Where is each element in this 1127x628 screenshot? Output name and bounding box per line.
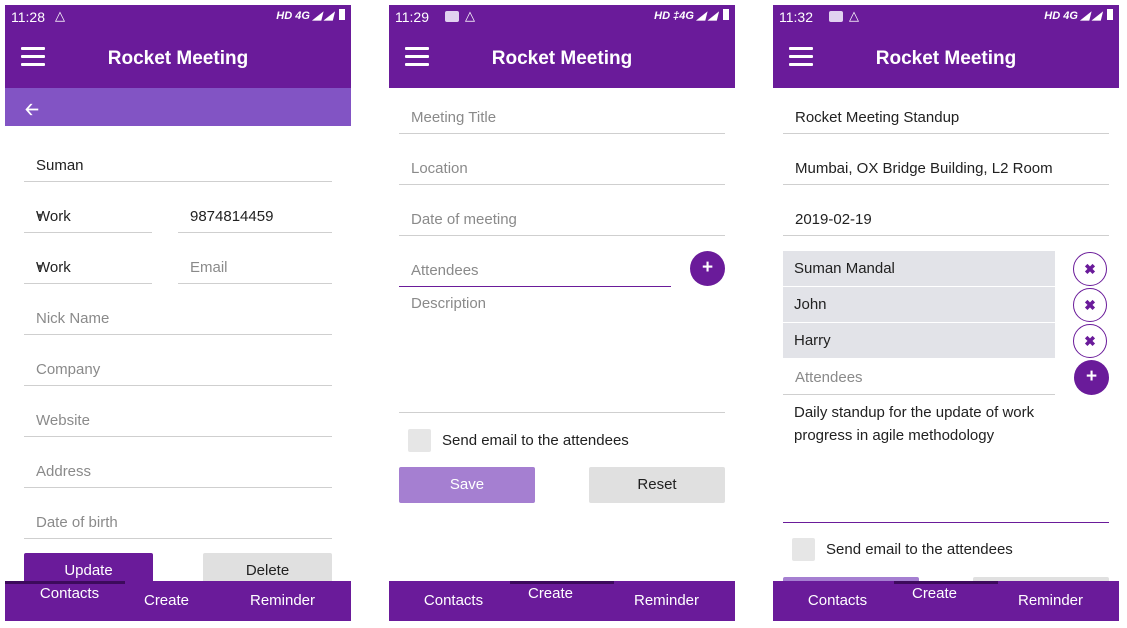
company-field[interactable]: Company — [24, 347, 332, 386]
phone-field[interactable]: 9874814459 — [178, 194, 332, 233]
bottom-nav: Contacts Create Reminder — [389, 581, 735, 621]
status-time: 11:28 — [11, 9, 45, 25]
location-field[interactable]: Mumbai, OX Bridge Building, L2 Room — [783, 146, 1109, 185]
meeting-title-field[interactable]: Meeting Title — [399, 95, 725, 134]
send-email-checkbox[interactable] — [792, 538, 815, 561]
notification-icon: △ — [849, 8, 859, 23]
attendee-chip: John — [783, 287, 1055, 323]
plus-icon: + — [1085, 366, 1098, 387]
contact-screen: 11:28 △ HD 4G ◢ ◢ Rocket Meeting 🡠 Suman… — [5, 5, 351, 621]
status-network: HD 4G ◢ ◢ — [276, 9, 345, 22]
nick-name-field[interactable]: Nick Name — [24, 296, 332, 335]
date-of-meeting-field[interactable]: 2019-02-19 — [783, 197, 1109, 236]
close-icon: ✖ — [1084, 297, 1096, 313]
attendee-chip: Suman Mandal — [783, 251, 1055, 287]
app-bar: Rocket Meeting — [5, 29, 351, 88]
bottom-nav: Contacts Create Reminder — [773, 581, 1119, 621]
close-icon: ✖ — [1084, 261, 1096, 277]
dropdown-arrow-icon: ▼ — [36, 262, 45, 272]
arrow-left-icon[interactable]: 🡠 — [25, 97, 39, 126]
description-field[interactable]: Description — [399, 285, 725, 413]
location-field[interactable]: Location — [399, 146, 725, 185]
nav-create[interactable]: Create — [493, 581, 608, 621]
phone-type-select[interactable]: Work ▼ — [24, 194, 152, 233]
battery-icon — [723, 9, 729, 20]
close-icon: ✖ — [1084, 333, 1096, 349]
bottom-nav: Contacts Create Reminder — [5, 581, 351, 621]
send-email-checkbox[interactable] — [408, 429, 431, 452]
save-button[interactable]: Save — [399, 467, 535, 503]
meeting-title-field[interactable]: Rocket Meeting Standup — [783, 95, 1109, 134]
nav-reminder[interactable]: Reminder — [609, 581, 724, 621]
paytm-icon — [829, 11, 843, 22]
website-field[interactable]: Website — [24, 398, 332, 437]
plus-icon: + — [701, 257, 714, 278]
paytm-icon — [445, 11, 459, 22]
email-type-select[interactable]: Work ▼ — [24, 245, 152, 284]
create-meeting-screen: 11:29 △ HD ‡4G ◢ ◢ Rocket Meeting Meetin… — [389, 5, 735, 621]
name-field[interactable]: Suman — [24, 143, 332, 182]
status-time: 11:29 — [395, 9, 429, 25]
battery-icon — [339, 9, 345, 20]
description-field[interactable]: Daily standup for the update of work pro… — [783, 394, 1109, 523]
app-bar: Rocket Meeting — [773, 29, 1119, 88]
remove-attendee-button[interactable]: ✖ — [1073, 252, 1107, 286]
app-bar: Rocket Meeting — [389, 29, 735, 88]
date-of-birth-field[interactable]: Date of birth — [24, 500, 332, 539]
nav-reminder[interactable]: Reminder — [225, 581, 340, 621]
attendees-field[interactable]: Attendees — [399, 248, 671, 287]
filled-meeting-screen: 11:32 △ HD 4G ◢ ◢ Rocket Meeting Rocket … — [773, 5, 1119, 621]
notification-icon: △ — [55, 8, 65, 23]
send-email-label: Send email to the attendees — [826, 541, 1013, 558]
app-title: Rocket Meeting — [875, 48, 1017, 69]
reset-button[interactable]: Reset — [589, 467, 725, 503]
nav-reminder[interactable]: Reminder — [993, 581, 1108, 621]
status-bar: 11:32 △ HD 4G ◢ ◢ — [773, 5, 1119, 29]
attendees-field[interactable]: Attendees — [783, 359, 1055, 395]
status-time: 11:32 — [779, 9, 813, 25]
battery-icon — [1107, 9, 1113, 20]
add-attendee-button[interactable]: + — [690, 251, 725, 286]
date-of-meeting-field[interactable]: Date of meeting — [399, 197, 725, 236]
remove-attendee-button[interactable]: ✖ — [1073, 288, 1107, 322]
address-field[interactable]: Address — [24, 449, 332, 488]
add-attendee-button[interactable]: + — [1074, 360, 1109, 395]
sub-toolbar: 🡠 — [5, 88, 351, 126]
nav-create[interactable]: Create — [109, 581, 224, 621]
app-title: Rocket Meeting — [107, 48, 249, 69]
notification-icon: △ — [465, 8, 475, 23]
app-title: Rocket Meeting — [491, 48, 633, 69]
status-bar: 11:29 △ HD ‡4G ◢ ◢ — [389, 5, 735, 29]
nav-create[interactable]: Create — [877, 581, 992, 621]
send-email-label: Send email to the attendees — [442, 432, 629, 449]
attendee-chip: Harry — [783, 323, 1055, 359]
status-network: HD 4G ◢ ◢ — [1044, 9, 1113, 22]
status-network: HD ‡4G ◢ ◢ — [654, 9, 729, 22]
dropdown-arrow-icon: ▼ — [36, 211, 45, 221]
status-bar: 11:28 △ HD 4G ◢ ◢ — [5, 5, 351, 29]
remove-attendee-button[interactable]: ✖ — [1073, 324, 1107, 358]
email-field[interactable]: Email — [178, 245, 332, 284]
